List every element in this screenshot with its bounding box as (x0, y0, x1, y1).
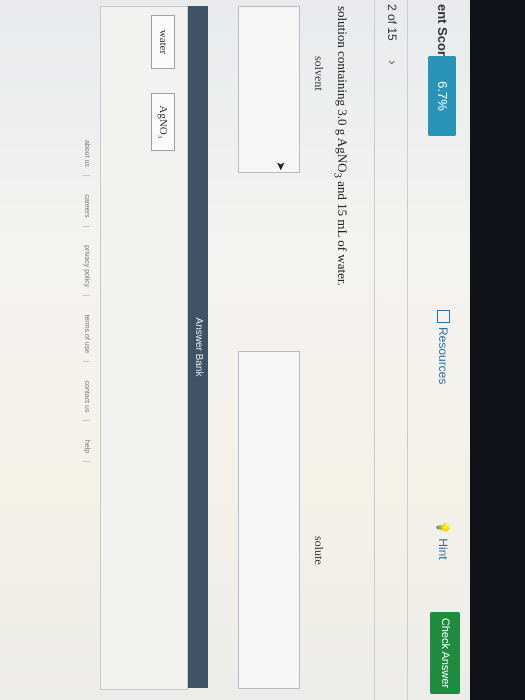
question-nav: 2 of 15 › (374, 0, 408, 700)
solvent-label: solvent (312, 56, 326, 91)
resources-label: Resources (436, 327, 450, 385)
lightbulb-icon: 💡 (436, 520, 450, 535)
solute-drop-zone[interactable] (238, 351, 300, 689)
footer-link-contact[interactable]: contact us (83, 380, 90, 422)
question-position: 2 of 15 (385, 4, 399, 41)
sorting-panel: solvent solute ➤ Answer Bank water AgNO₃ (22, 6, 326, 690)
question-text-start: solution containing 3.0 g AgNO (335, 6, 350, 173)
hint-button[interactable]: 💡 Hint (436, 520, 450, 560)
question-text: solution containing 3.0 g AgNO3 and 15 m… (331, 6, 350, 286)
resources-icon (437, 310, 450, 323)
hint-label: Hint (436, 538, 450, 560)
solvent-drop-zone[interactable] (238, 6, 300, 173)
answer-bank-header: Answer Bank (188, 6, 208, 688)
next-question-arrow-icon[interactable]: › (385, 60, 401, 65)
answer-bank: water AgNO₃ (100, 6, 188, 690)
answer-chip-water[interactable]: water (151, 15, 175, 69)
footer-link-about[interactable]: about us (83, 140, 90, 176)
resources-button[interactable]: Resources (436, 310, 450, 384)
footer-links: about us careers privacy policy terms of… (82, 140, 98, 590)
answer-chip-agno3[interactable]: AgNO₃ (151, 93, 175, 151)
top-bar: ent Score: 6.7% Resources 💡 Hint Check A… (408, 0, 470, 700)
score-badge: 6.7% (428, 56, 456, 136)
screen: ent Score: 6.7% Resources 💡 Hint Check A… (0, 0, 470, 700)
solute-label: solute (312, 536, 326, 565)
footer-link-privacy[interactable]: privacy policy (83, 245, 90, 297)
question-text-end: and 15 mL of water. (335, 177, 350, 286)
footer-link-help[interactable]: help (83, 439, 90, 463)
footer-link-careers[interactable]: careers (83, 194, 90, 227)
check-answer-button[interactable]: Check Answer (430, 612, 460, 694)
footer-link-terms[interactable]: terms of use (83, 314, 90, 363)
cursor-icon: ➤ (274, 161, 288, 172)
